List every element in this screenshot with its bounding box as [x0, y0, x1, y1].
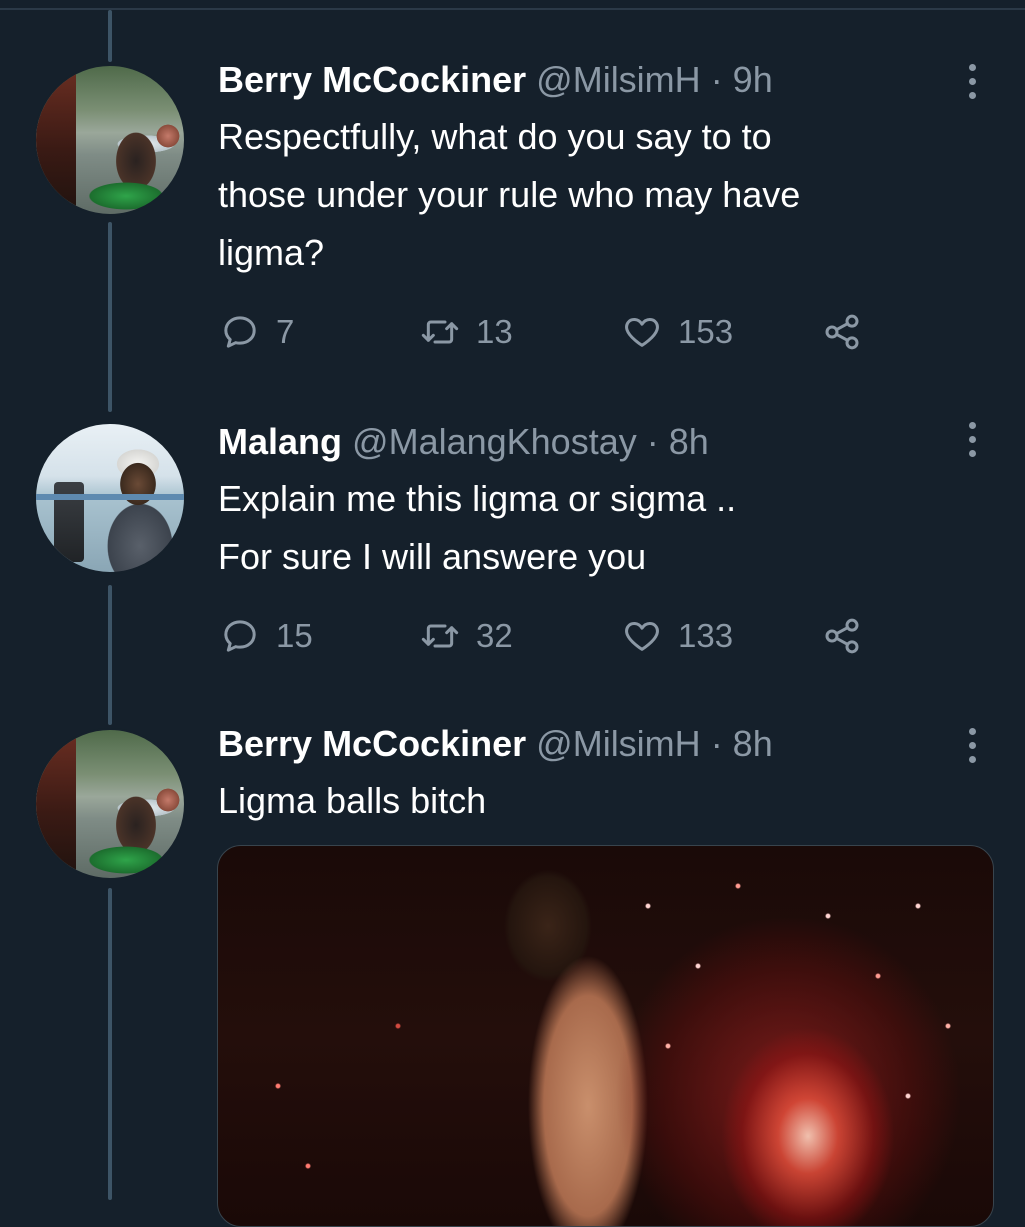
tweet-actions: 15 32 133 [220, 614, 880, 658]
tweet-text: Explain me this ligma or sigma .. For su… [218, 470, 958, 586]
display-name[interactable]: Berry McCockiner [218, 59, 526, 100]
user-handle[interactable]: @MilsimH [536, 59, 701, 100]
avatar[interactable] [34, 728, 186, 880]
reply-button[interactable]: 7 [220, 310, 294, 354]
retweet-count: 13 [476, 313, 513, 350]
tweet-text-line: For sure I will answere you [218, 536, 647, 577]
tweet-header: Berry McCockiner @MilsimH · 9h [218, 58, 773, 102]
timestamp[interactable]: · 9h [711, 59, 773, 100]
retweet-button[interactable]: 13 [420, 310, 513, 354]
share-button[interactable] [822, 310, 862, 354]
tweet-actions: 7 13 153 [220, 310, 880, 354]
more-options-icon[interactable] [967, 422, 977, 457]
like-count: 153 [678, 313, 734, 350]
tweet-media-gif[interactable] [217, 845, 994, 1227]
avatar[interactable] [34, 422, 186, 574]
display-name[interactable]: Berry McCockiner [218, 723, 526, 764]
tweet-text: Respectfully, what do you say to to thos… [218, 108, 958, 282]
heart-icon [625, 318, 659, 347]
reply-count: 7 [276, 313, 295, 350]
user-handle[interactable]: @MilsimH [536, 723, 701, 764]
speech-bubble-icon [224, 316, 256, 348]
display-name[interactable]: Malang [218, 421, 342, 462]
avatar[interactable] [34, 64, 186, 216]
like-button[interactable]: 153 [622, 310, 733, 354]
share-nodes-icon [825, 314, 859, 350]
tweet-text-line: Respectfully, what do you say to to [218, 116, 772, 157]
retweet-arrows-icon [421, 624, 459, 648]
tweet-header: Berry McCockiner @MilsimH · 8h [218, 722, 773, 766]
like-count: 133 [678, 617, 734, 654]
timestamp[interactable]: · 8h [647, 421, 709, 462]
tweet-header: Malang @MalangKhostay · 8h [218, 420, 709, 464]
tweet-text: Ligma balls bitch [218, 772, 958, 830]
tweet-text-line: Explain me this ligma or sigma .. [218, 478, 737, 519]
tweet-text-line: Ligma balls bitch [218, 780, 487, 821]
tweet-text-line: those under your rule who may have [218, 174, 801, 215]
retweet-arrows-icon [421, 320, 459, 344]
user-handle[interactable]: @MalangKhostay [352, 421, 637, 462]
reply-count: 15 [276, 617, 313, 654]
share-nodes-icon [825, 618, 859, 654]
speech-bubble-icon [224, 620, 256, 652]
tweet[interactable]: Malang @MalangKhostay · 8h Explain me th… [0, 400, 1025, 720]
heart-icon [625, 622, 659, 651]
timestamp[interactable]: · 8h [711, 723, 773, 764]
like-button[interactable]: 133 [622, 614, 733, 658]
retweet-count: 32 [476, 617, 513, 654]
tweet[interactable]: Berry McCockiner @MilsimH · 9h Respectfu… [0, 0, 1025, 400]
retweet-button[interactable]: 32 [420, 614, 513, 658]
tweet-text-line: ligma? [218, 232, 325, 273]
share-button[interactable] [822, 614, 862, 658]
reply-button[interactable]: 15 [220, 614, 313, 658]
more-options-icon[interactable] [967, 64, 977, 99]
more-options-icon[interactable] [967, 728, 977, 763]
